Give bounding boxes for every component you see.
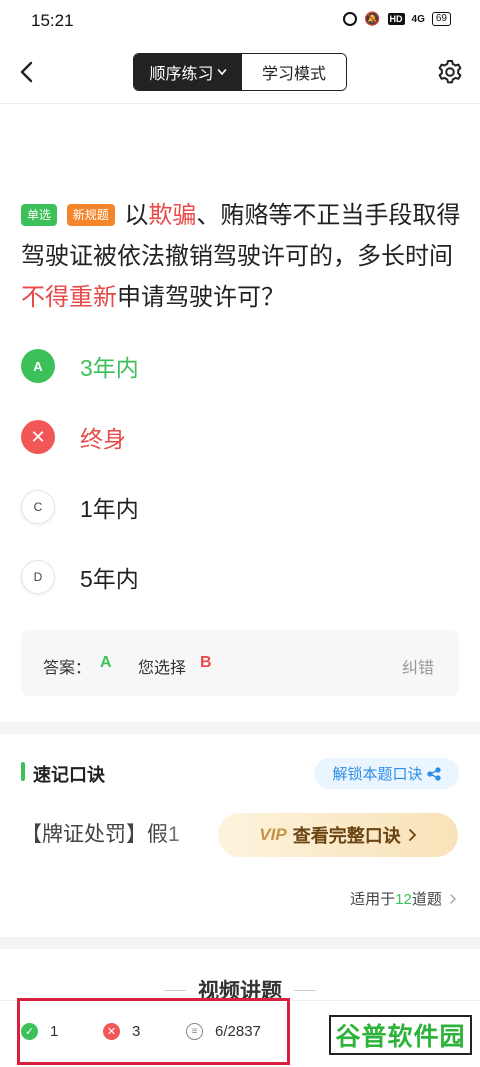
option-d-text: 5年内: [80, 566, 139, 592]
answer-label: 答案：: [43, 660, 92, 677]
view-full-mnemonic-button[interactable]: VIP 查看完整口诀: [218, 813, 458, 857]
mode-tab-study[interactable]: 学习模式: [242, 54, 346, 90]
mute-icon: 🔕: [364, 11, 381, 26]
alarm-icon: [343, 12, 358, 26]
chevron-left-icon: [20, 61, 33, 83]
mode-active-label: 顺序练习: [149, 66, 214, 83]
question-text: 单选 新规题 以欺骗、贿赂等不正当手段取得驾驶证被依法撤销驾驶许可的，多长时间不…: [21, 195, 461, 318]
status-icons: 🔕 HD 4G 69: [343, 11, 451, 27]
mode-tab-sequential[interactable]: 顺序练习: [134, 54, 242, 90]
signal-icon: 4G: [411, 13, 425, 25]
gear-icon: [438, 60, 462, 84]
highlight-frame: [17, 998, 290, 1065]
wrong-mark-icon: ✕: [21, 420, 55, 454]
top-nav: 顺序练习 学习模式: [0, 40, 480, 104]
tag-new-rule: 新规题: [66, 204, 115, 226]
applies-to-questions-link[interactable]: 适用于12道题: [350, 888, 458, 909]
applies-count: 12: [395, 891, 412, 908]
applies-suffix: 道题: [411, 891, 442, 908]
section-divider: [0, 722, 480, 734]
unlock-mnemonic-button[interactable]: 解锁本题口诀: [314, 758, 459, 789]
tag-single-choice: 单选: [21, 204, 58, 226]
question-part-3: 申请驾驶许可？: [117, 284, 285, 311]
report-error-button[interactable]: 纠错: [402, 654, 434, 678]
chevron-down-icon: [217, 69, 226, 76]
chevron-right-icon: [450, 894, 457, 904]
status-bar: 15:21 🔕 HD 4G 69: [0, 0, 480, 40]
battery-icon: 69: [431, 12, 451, 26]
title-line-left: [164, 990, 186, 991]
section-divider: [0, 937, 480, 949]
question-part-1: 以: [124, 202, 149, 229]
applies-prefix: 适用于: [350, 891, 396, 908]
your-choice-label: 您选择: [138, 660, 187, 677]
option-b-text: 终身: [80, 426, 126, 452]
unlock-mnemonic-label: 解锁本题口诀: [332, 766, 423, 783]
option-a[interactable]: A 3年内: [21, 344, 461, 388]
option-c-badge: C: [21, 490, 55, 524]
title-line-right: [294, 990, 316, 991]
hd-icon: HD: [387, 13, 405, 25]
vip-badge: VIP: [259, 825, 287, 844]
back-button[interactable]: [14, 58, 42, 86]
option-b[interactable]: ✕ 终身: [21, 415, 461, 459]
section-accent-bar: [21, 762, 25, 781]
your-choice-value: B: [200, 654, 212, 671]
option-d[interactable]: D 5年内: [21, 555, 461, 599]
option-a-badge: A: [21, 349, 55, 383]
chevron-right-icon: [408, 829, 416, 841]
option-d-badge: D: [21, 560, 55, 594]
option-c-text: 1年内: [80, 496, 139, 522]
question-highlight-2: 不得重新: [21, 284, 117, 311]
mnemonic-title: 速记口诀: [33, 765, 105, 785]
answer-value: A: [100, 654, 112, 671]
share-icon: [426, 766, 441, 781]
mnemonic-fade: [160, 812, 220, 856]
option-c[interactable]: C 1年内: [21, 485, 461, 529]
view-full-label: 查看完整口诀: [292, 826, 401, 846]
status-time: 15:21: [31, 11, 74, 30]
settings-button[interactable]: [436, 58, 464, 86]
mode-switch: 顺序练习 学习模式: [133, 53, 347, 91]
question-highlight-1: 欺骗: [148, 202, 197, 229]
option-a-text: 3年内: [80, 355, 139, 381]
watermark-logo: 谷普软件园: [329, 1015, 472, 1055]
answer-box: 答案： A 您选择 B 纠错: [21, 630, 459, 696]
